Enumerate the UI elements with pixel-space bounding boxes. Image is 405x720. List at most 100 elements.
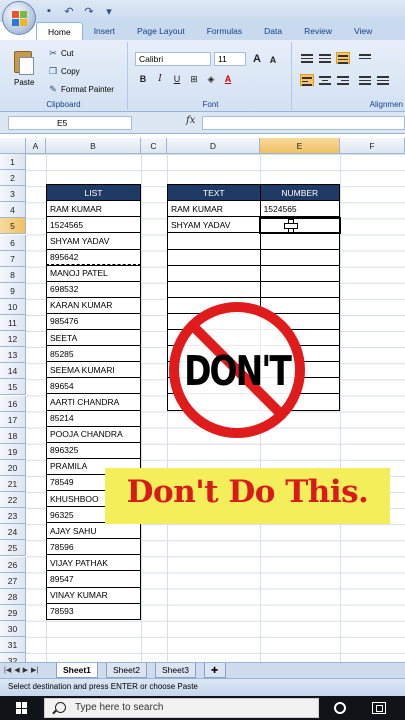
office-button[interactable] xyxy=(2,1,36,35)
number-cell[interactable] xyxy=(259,248,341,266)
tab-page-layout[interactable]: Page Layout xyxy=(126,22,196,40)
list-cell[interactable]: 85285 xyxy=(46,345,141,363)
number-cell[interactable] xyxy=(259,280,341,298)
list-cell[interactable]: MANOJ PATEL xyxy=(46,264,141,282)
row-header[interactable]: 19 xyxy=(0,443,26,460)
task-view-icon[interactable] xyxy=(372,702,386,714)
row-header[interactable]: 3 xyxy=(0,186,26,203)
text-cell[interactable]: SHYAM YADAV xyxy=(167,216,261,234)
grow-font-button[interactable]: A xyxy=(250,52,264,66)
tab-home[interactable]: Home xyxy=(36,22,83,40)
sheet-tab-sheet3[interactable]: Sheet3 xyxy=(155,663,196,678)
row-header[interactable]: 21 xyxy=(0,476,26,493)
name-box[interactable]: E5 xyxy=(8,116,132,130)
row-header[interactable]: 15 xyxy=(0,379,26,396)
column-header-d[interactable]: D xyxy=(167,138,260,154)
list-cell[interactable]: KARAN KUMAR xyxy=(46,296,141,314)
text-header[interactable]: TEXT xyxy=(167,184,261,202)
text-cell[interactable] xyxy=(167,232,261,250)
list-cell[interactable]: 89654 xyxy=(46,377,141,395)
sheet-tab-sheet1[interactable]: Sheet1 xyxy=(56,663,98,678)
prev-sheet-icon[interactable]: ◀ xyxy=(14,666,19,674)
decrease-indent-icon[interactable] xyxy=(358,74,372,86)
text-cell[interactable] xyxy=(167,264,261,282)
taskbar-search[interactable]: Type here to search xyxy=(44,698,319,718)
list-cell[interactable]: 89547 xyxy=(46,570,141,588)
paste-button[interactable]: Paste xyxy=(14,78,34,87)
row-header[interactable]: 28 xyxy=(0,588,26,605)
align-center-icon[interactable] xyxy=(318,74,332,86)
row-header[interactable]: 10 xyxy=(0,298,26,315)
align-left-icon[interactable] xyxy=(300,74,314,86)
row-header[interactable]: 26 xyxy=(0,556,26,573)
align-right-icon[interactable] xyxy=(336,74,350,86)
list-cell[interactable]: SEEMA KUMARI xyxy=(46,361,141,379)
row-header[interactable]: 22 xyxy=(0,492,26,509)
column-header-c[interactable]: C xyxy=(141,138,167,154)
fx-icon[interactable]: fx xyxy=(186,115,195,126)
sheet-tab-sheet2[interactable]: Sheet2 xyxy=(106,663,147,678)
row-header[interactable]: 13 xyxy=(0,347,26,364)
row-header[interactable]: 4 xyxy=(0,202,26,219)
tab-data[interactable]: Data xyxy=(253,22,293,40)
list-cell[interactable]: 896325 xyxy=(46,441,141,459)
insert-sheet-icon[interactable]: ✚ xyxy=(204,663,226,678)
last-sheet-icon[interactable]: ▶| xyxy=(31,666,38,674)
italic-button[interactable]: I xyxy=(153,72,167,86)
row-header[interactable]: 7 xyxy=(0,250,26,267)
cut-button[interactable]: ✂ Cut xyxy=(48,48,73,58)
windows-start-icon[interactable] xyxy=(16,702,28,714)
undo-icon[interactable]: ↶ xyxy=(62,4,76,18)
list-cell[interactable]: AARTI CHANDRA xyxy=(46,393,141,411)
font-size-select[interactable]: 11 xyxy=(214,52,246,66)
orientation-icon[interactable] xyxy=(358,52,372,64)
row-header[interactable]: 6 xyxy=(0,234,26,251)
number-header[interactable]: NUMBER xyxy=(259,184,341,202)
text-cell[interactable] xyxy=(167,248,261,266)
tab-insert[interactable]: Insert xyxy=(83,22,126,40)
bold-button[interactable]: B xyxy=(136,72,150,86)
number-cell[interactable] xyxy=(259,264,341,282)
redo-icon[interactable]: ↷ xyxy=(82,4,96,18)
shrink-font-button[interactable]: A xyxy=(266,53,280,67)
next-sheet-icon[interactable]: ▶ xyxy=(23,666,28,674)
list-cell[interactable]: 78593 xyxy=(46,602,141,620)
row-header[interactable]: 20 xyxy=(0,459,26,476)
row-header[interactable]: 30 xyxy=(0,620,26,637)
align-middle-icon[interactable] xyxy=(318,52,332,64)
row-header[interactable]: 29 xyxy=(0,604,26,621)
list-cell[interactable]: 698532 xyxy=(46,280,141,298)
row-header[interactable]: 25 xyxy=(0,540,26,557)
dropdown-icon[interactable]: ▾ xyxy=(102,4,116,18)
align-top-icon[interactable] xyxy=(300,52,314,64)
row-header[interactable]: 18 xyxy=(0,427,26,444)
number-cell[interactable] xyxy=(259,232,341,250)
list-cell[interactable]: VIJAY PATHAK xyxy=(46,554,141,572)
row-header[interactable]: 17 xyxy=(0,411,26,428)
format-painter-button[interactable]: ✎ Format Painter xyxy=(48,84,114,94)
number-cell[interactable]: 1524565 xyxy=(259,200,341,218)
row-header[interactable]: 23 xyxy=(0,508,26,525)
copy-button[interactable]: ❐ Copy xyxy=(48,66,80,76)
font-color-button[interactable]: A xyxy=(221,72,235,86)
formula-input[interactable] xyxy=(202,116,405,130)
row-header[interactable]: 5 xyxy=(0,218,26,235)
column-header-a[interactable]: A xyxy=(26,138,46,154)
list-header[interactable]: LIST xyxy=(46,184,141,202)
increase-indent-icon[interactable] xyxy=(376,74,390,86)
row-header[interactable]: 31 xyxy=(0,637,26,654)
column-header-f[interactable]: F xyxy=(340,138,405,154)
list-cell[interactable]: SEETA xyxy=(46,329,141,347)
cortana-icon[interactable] xyxy=(334,702,346,714)
tab-formulas[interactable]: Formulas xyxy=(196,22,253,40)
tab-review[interactable]: Review xyxy=(293,22,343,40)
list-cell[interactable]: SHYAM YADAV xyxy=(46,232,141,250)
paste-icon[interactable] xyxy=(12,48,36,76)
list-cell[interactable]: 1524565 xyxy=(46,216,141,234)
row-header[interactable]: 27 xyxy=(0,572,26,589)
fill-color-icon[interactable]: ◈ xyxy=(204,72,218,86)
row-header[interactable]: 14 xyxy=(0,363,26,380)
active-cell-e5[interactable] xyxy=(259,216,341,234)
select-all-corner[interactable] xyxy=(0,138,26,154)
row-header[interactable]: 2 xyxy=(0,170,26,187)
